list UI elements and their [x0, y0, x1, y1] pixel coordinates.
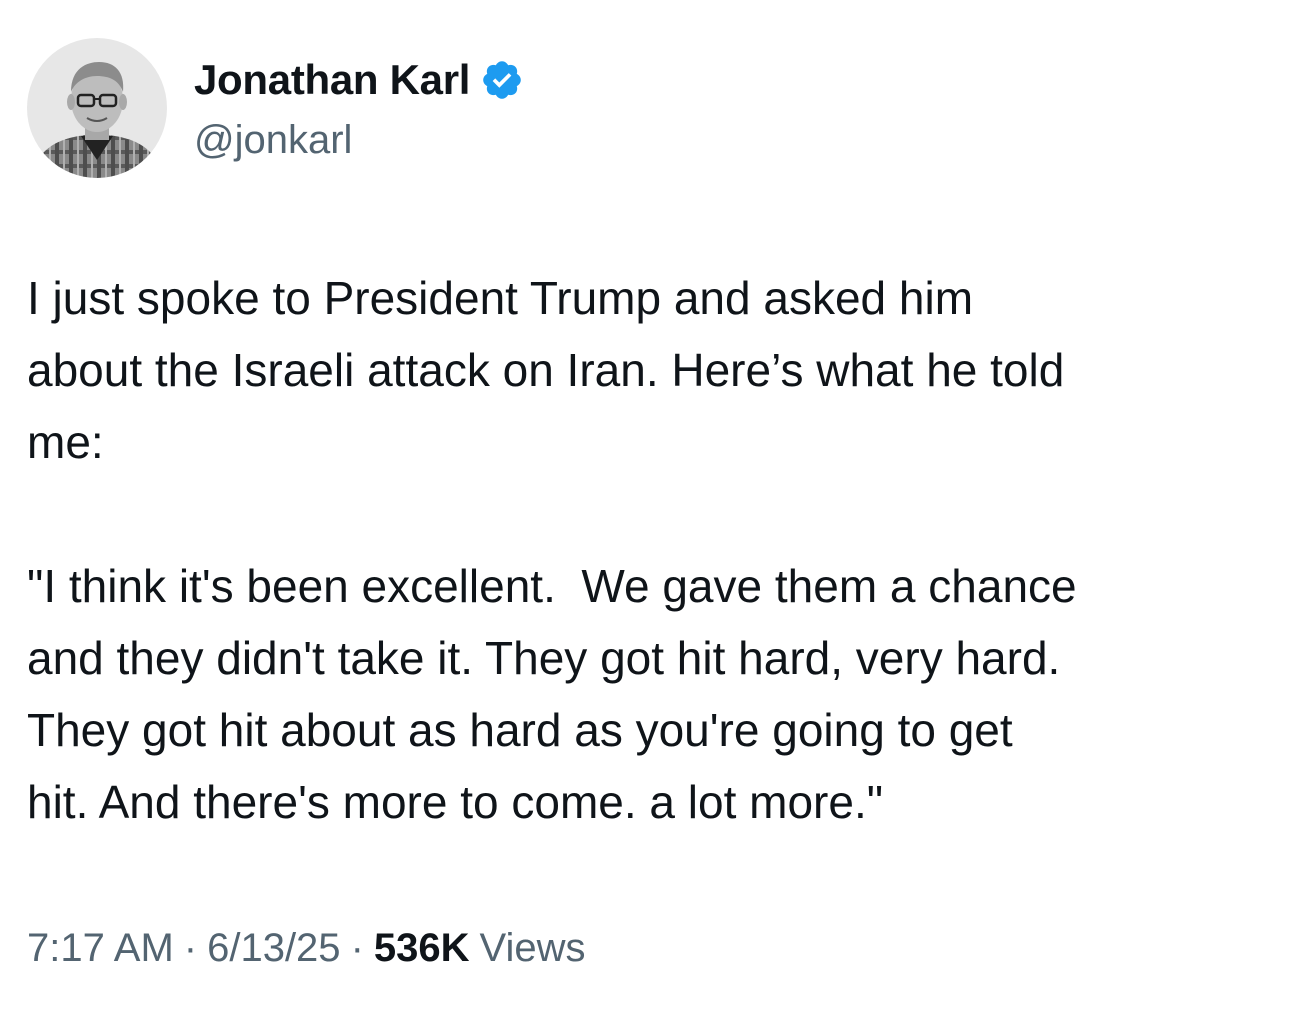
tweet-card: Jonathan Karl @jonkarl I just spoke to P…: [0, 0, 1290, 1010]
author-display-name[interactable]: Jonathan Karl: [194, 56, 470, 104]
tweet-date[interactable]: 6/13/25: [207, 922, 340, 974]
name-row: Jonathan Karl: [194, 54, 524, 106]
avatar-photo: [27, 38, 167, 178]
tweet-header: Jonathan Karl @jonkarl: [27, 38, 524, 178]
author-identity: Jonathan Karl @jonkarl: [194, 54, 524, 163]
views-count[interactable]: 536K: [374, 922, 470, 974]
meta-separator: ·: [183, 926, 198, 970]
tweet-time[interactable]: 7:17 AM: [27, 922, 174, 974]
tweet-meta: 7:17 AM · 6/13/25 · 536K Views: [27, 922, 586, 974]
tweet-text: I just spoke to President Trump and aske…: [27, 272, 1077, 828]
meta-separator: ·: [350, 926, 364, 970]
author-handle[interactable]: @jonkarl: [194, 118, 524, 163]
views-label: Views: [479, 926, 586, 970]
verified-badge-icon[interactable]: [480, 58, 524, 102]
avatar[interactable]: [27, 38, 167, 178]
